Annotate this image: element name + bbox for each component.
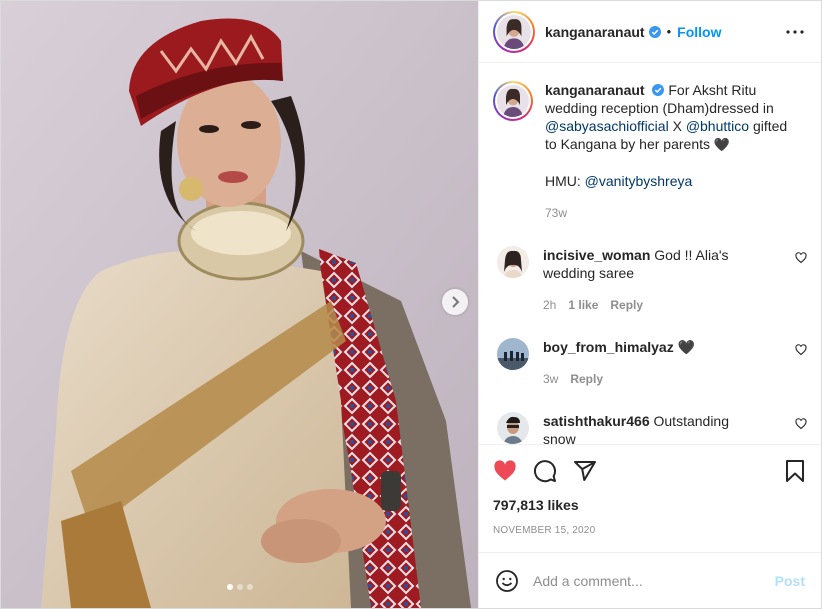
add-comment-bar: Post (479, 552, 821, 608)
comment-username[interactable]: boy_from_himalyaz (543, 339, 674, 355)
post-caption: kanganaranaut For Aksht Ritu wedding rec… (493, 81, 807, 222)
share-icon[interactable] (573, 459, 597, 483)
carousel-dot (236, 584, 243, 590)
avatar[interactable] (493, 10, 535, 53)
comment-reply-button[interactable]: Reply (610, 296, 643, 314)
caption-text: HMU: (545, 173, 581, 189)
mention-link[interactable]: @bhuttico (686, 118, 749, 134)
chevron-right-icon (452, 296, 460, 308)
post-media (1, 1, 478, 608)
caption-timestamp[interactable]: 73w (545, 204, 790, 222)
comment-username[interactable]: incisive_woman (543, 247, 650, 263)
avatar-image (497, 338, 529, 370)
carousel-dot (226, 584, 233, 590)
caption-username[interactable]: kanganaranaut (545, 82, 645, 98)
caption-avatar[interactable] (493, 81, 533, 121)
comment-text: 🖤 (677, 339, 696, 355)
comment-likes-count[interactable]: 1 like (568, 296, 598, 314)
comment-username[interactable]: satishthakur466 (543, 413, 650, 429)
mention-link[interactable]: @sabyasachiofficial (545, 118, 669, 134)
verified-badge-icon (652, 84, 665, 96)
more-options-button[interactable] (783, 20, 807, 44)
post-date[interactable]: NOVEMBER 15, 2020 (493, 525, 807, 536)
carousel-next-button[interactable] (442, 289, 468, 315)
comment-heart-icon[interactable] (795, 418, 807, 430)
comment-item: satishthakur466 Outstanding snow (493, 412, 807, 444)
avatar-image (497, 85, 529, 117)
comment-heart-icon[interactable] (795, 344, 807, 356)
avatar-image (497, 14, 531, 49)
post-actions: 797,813 likes NOVEMBER 15, 2020 (479, 444, 821, 552)
verified-badge-icon (648, 25, 661, 38)
black-heart-emoji: 🖤 (713, 137, 731, 152)
carousel-indicators (1, 584, 478, 590)
post-header: kanganaranaut • Follow (479, 1, 821, 63)
follow-button[interactable]: Follow (677, 24, 721, 40)
avatar[interactable] (497, 412, 529, 444)
comment-item: boy_from_himalyaz 🖤 3w Reply (493, 338, 807, 388)
heart-icon[interactable] (493, 459, 517, 483)
instagram-post: kanganaranaut • Follow kanganaranaut For… (0, 0, 822, 609)
comment-icon[interactable] (533, 459, 557, 483)
post-author-username[interactable]: kanganaranaut (545, 24, 645, 40)
comment-timestamp[interactable]: 2h (543, 296, 556, 314)
bookmark-icon[interactable] (783, 459, 807, 483)
avatar[interactable] (497, 338, 529, 370)
comment-timestamp[interactable]: 3w (543, 370, 558, 388)
carousel-dot (246, 584, 253, 590)
comment-heart-icon[interactable] (795, 252, 807, 264)
more-options-icon (786, 29, 804, 34)
comment-input[interactable] (533, 572, 775, 589)
post-comment-button[interactable]: Post (775, 573, 805, 589)
post-side-panel: kanganaranaut • Follow kanganaranaut For… (478, 1, 821, 608)
mention-link[interactable]: @vanitybyshreya (585, 173, 693, 189)
comment-item: incisive_woman God !! Alia's wedding sar… (493, 246, 807, 314)
caption-text: X (672, 118, 682, 134)
action-icons-row (493, 445, 807, 497)
comments-section[interactable]: kanganaranaut For Aksht Ritu wedding rec… (479, 63, 821, 444)
avatar[interactable] (497, 246, 529, 278)
emoji-icon[interactable] (495, 569, 519, 593)
post-photo (1, 1, 478, 608)
comment-reply-button[interactable]: Reply (570, 370, 603, 388)
likes-count[interactable]: 797,813 likes (493, 497, 807, 513)
header-separator: • (666, 24, 672, 39)
avatar-image (497, 412, 529, 444)
avatar-image (497, 246, 529, 278)
